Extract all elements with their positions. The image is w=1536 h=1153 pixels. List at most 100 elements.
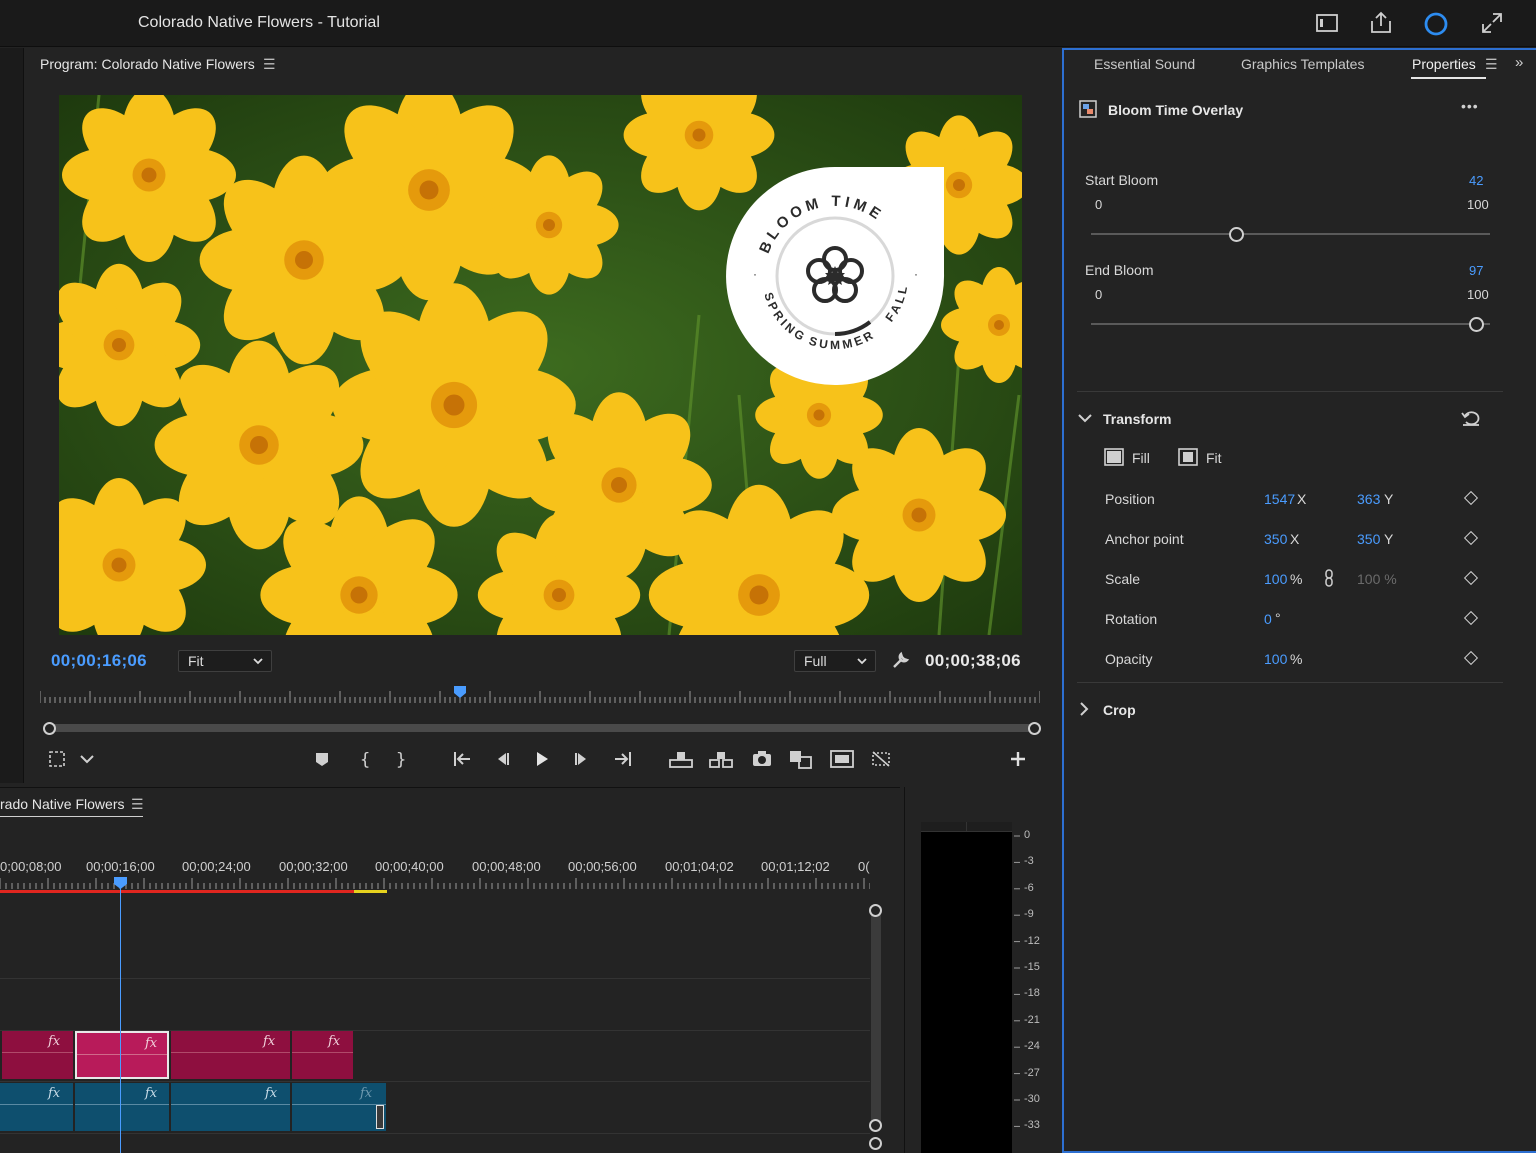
transform-section-title[interactable]: Transform (1103, 411, 1171, 427)
add-button-icon[interactable] (1006, 748, 1030, 770)
sequence-tab-title[interactable]: rado Native Flowers (0, 796, 125, 812)
zoom-handle-left[interactable] (43, 722, 56, 735)
extract-icon[interactable] (708, 748, 734, 770)
timeline-playhead-line (120, 886, 121, 1153)
badge-arc-top: BLOOM TIME (756, 193, 883, 256)
scale-value[interactable]: 100 (1264, 571, 1287, 587)
scale-unit: % (1290, 571, 1303, 587)
fit-label[interactable]: Fit (1206, 450, 1222, 466)
db-label: -21 (1024, 1013, 1040, 1026)
fill-frame-icon[interactable] (1104, 448, 1124, 466)
step-forward-icon[interactable] (569, 748, 593, 770)
badge-arc-right: FALL (882, 282, 907, 324)
start-bloom-value[interactable]: 42 (1469, 173, 1483, 188)
timeline-playhead[interactable] (113, 876, 128, 890)
video-preview[interactable]: BLOOM TIME SPRING SUMMER FALL · · (59, 95, 1022, 635)
end-bloom-slider[interactable] (1091, 323, 1490, 325)
step-back-icon[interactable] (491, 748, 515, 770)
fullscreen-icon[interactable] (1479, 10, 1507, 38)
fx-badge: fx (48, 1034, 61, 1049)
timeline-vertical-scrollbar[interactable] (871, 908, 881, 1130)
multi-camera-icon[interactable] (869, 748, 893, 770)
clip-trim-handle[interactable] (376, 1105, 384, 1129)
lift-icon[interactable] (668, 748, 694, 770)
position-x-unit: X (1297, 491, 1307, 507)
share-icon[interactable] (1368, 10, 1396, 38)
timeline-time-label: 0( (858, 859, 870, 874)
chevron-down-icon[interactable] (76, 748, 100, 770)
position-label: Position (1105, 491, 1155, 507)
chevron-down-icon[interactable] (1077, 410, 1093, 426)
audio-clip[interactable]: fx (75, 1083, 169, 1131)
db-label: -12 (1024, 934, 1040, 947)
video-clip[interactable]: fx (292, 1031, 353, 1079)
anchor-y-value[interactable]: 350 (1357, 531, 1380, 547)
hamburger-menu-icon[interactable]: ☰ (263, 56, 276, 73)
fill-label[interactable]: Fill (1132, 450, 1150, 466)
mark-in-icon[interactable]: { (352, 748, 376, 770)
play-icon[interactable] (530, 748, 554, 770)
reset-icon[interactable] (1460, 408, 1482, 428)
export-frame-icon[interactable] (750, 748, 774, 770)
hamburger-menu-icon[interactable]: ☰ (1485, 56, 1498, 73)
fit-frame-icon[interactable] (1178, 448, 1198, 466)
scroll-handle-bottom[interactable] (869, 1119, 882, 1132)
tab-essential-sound[interactable]: Essential Sound (1094, 56, 1195, 72)
timeline-time-label: 00;01;12;02 (761, 859, 830, 874)
layer-title: Bloom Time Overlay (1108, 102, 1244, 118)
video-clip[interactable]: fx (2, 1031, 73, 1079)
fit-dropdown-value: Fit (188, 653, 204, 669)
position-y-value[interactable]: 363 (1357, 491, 1380, 507)
crop-section-title[interactable]: Crop (1103, 702, 1136, 718)
mark-out-icon[interactable]: } (388, 748, 412, 770)
more-options-icon[interactable]: ••• (1461, 98, 1479, 114)
video-clip[interactable]: fx (171, 1031, 290, 1079)
audio-clip[interactable]: fx (171, 1083, 290, 1131)
add-marker-icon[interactable] (310, 748, 334, 770)
track-divider (0, 1133, 870, 1134)
tab-graphics-templates[interactable]: Graphics Templates (1241, 56, 1364, 72)
scale-linked-value: 100 % (1357, 571, 1397, 587)
opacity-value[interactable]: 100 (1264, 651, 1287, 667)
anchor-x-unit: X (1290, 531, 1300, 547)
start-bloom-slider-thumb[interactable] (1228, 227, 1244, 242)
program-time-ruler[interactable] (40, 685, 1040, 705)
timeline-time-label: 00;00;16;00 (86, 859, 155, 874)
video-clip-selected[interactable]: fx (75, 1031, 169, 1079)
scroll-handle-extra[interactable] (869, 1137, 882, 1150)
quality-dropdown[interactable]: Full (794, 650, 876, 672)
fit-dropdown[interactable]: Fit (178, 650, 272, 672)
zoom-handle-right[interactable] (1028, 722, 1041, 735)
go-to-out-icon[interactable] (610, 748, 634, 770)
rotation-value[interactable]: 0 (1264, 611, 1272, 627)
tab-properties[interactable]: Properties (1412, 56, 1476, 72)
go-to-in-icon[interactable] (451, 748, 475, 770)
panel-overflow-icon[interactable]: » (1515, 54, 1523, 71)
end-bloom-value[interactable]: 97 (1469, 263, 1483, 278)
svg-text:SUMMER: SUMMER (807, 327, 878, 352)
hamburger-menu-icon[interactable]: ☰ (131, 796, 144, 813)
link-icon[interactable] (1323, 568, 1335, 588)
scroll-handle-top[interactable] (869, 904, 882, 917)
window-title: Colorado Native Flowers - Tutorial (138, 14, 380, 31)
properties-panel (1062, 48, 1536, 1153)
start-bloom-max: 100 (1467, 197, 1489, 212)
chevron-right-icon[interactable] (1076, 701, 1092, 717)
progress-ring-icon[interactable] (1422, 10, 1450, 38)
anchor-x-value[interactable]: 350 (1264, 531, 1287, 547)
toggle-proxies-icon[interactable] (829, 748, 855, 770)
zoom-scroll-bar[interactable] (48, 724, 1036, 732)
audio-clip[interactable]: fx (292, 1083, 386, 1131)
current-timecode[interactable]: 00;00;16;06 (51, 651, 147, 671)
panel-layout-icon[interactable] (1314, 10, 1342, 38)
timeline-time-label: 00;00;32;00 (279, 859, 348, 874)
position-x-value[interactable]: 1547 (1264, 491, 1295, 507)
program-playhead[interactable] (453, 685, 467, 699)
end-bloom-slider-thumb[interactable] (1469, 317, 1485, 332)
wrench-icon[interactable] (891, 650, 911, 670)
audio-clip[interactable]: fx (0, 1083, 73, 1131)
svg-text:{: { (360, 750, 370, 770)
comparison-view-icon[interactable] (788, 748, 814, 770)
safe-margins-icon[interactable] (45, 748, 69, 770)
start-bloom-slider[interactable] (1091, 233, 1490, 235)
